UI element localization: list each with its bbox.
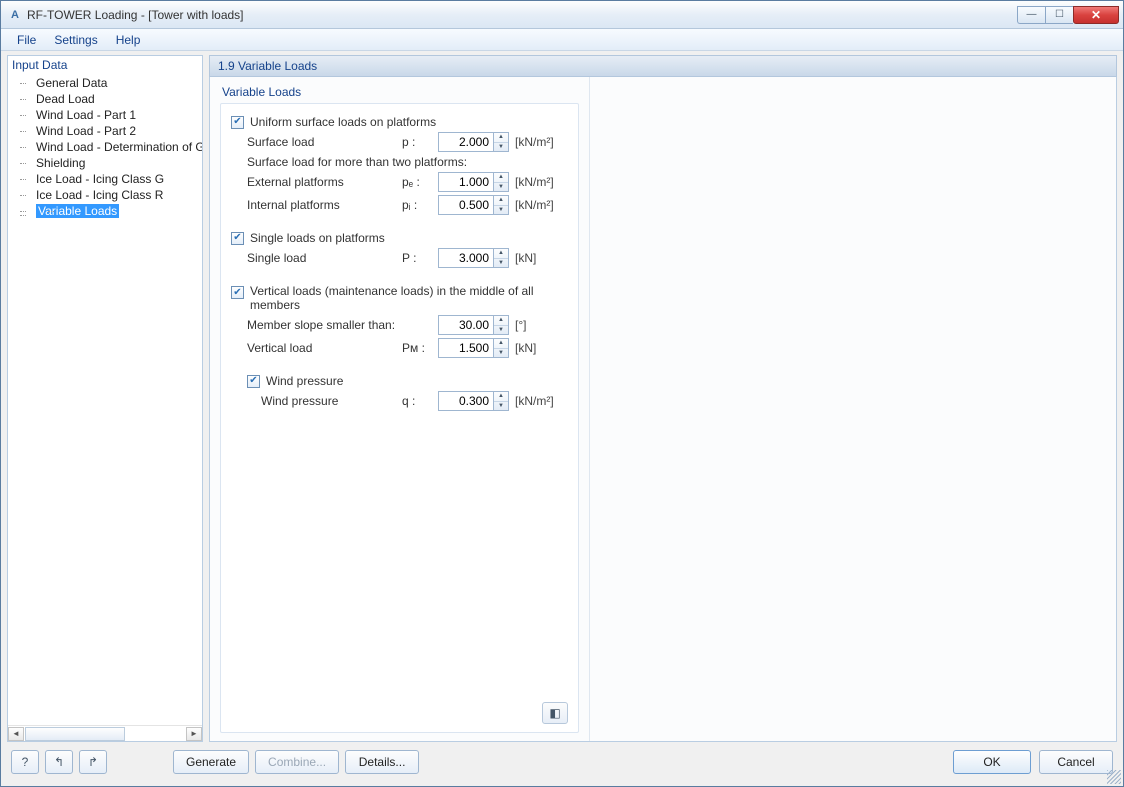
internal-platforms-input[interactable] — [438, 195, 494, 215]
vertical-load-input[interactable] — [438, 338, 494, 358]
footer-bar: ? ↰ ↱ Generate Combine... Details... OK … — [1, 742, 1123, 786]
content-panel: 1.9 Variable Loads Variable Loads ✔ Unif… — [209, 55, 1117, 742]
single-load-input[interactable] — [438, 248, 494, 268]
external-platforms-spinner[interactable]: ▲▼ — [494, 172, 509, 192]
tree-item-wind-2[interactable]: Wind Load - Part 2 — [8, 123, 202, 139]
internal-platforms-symbol: pᵢ : — [402, 198, 438, 212]
app-window: A RF-TOWER Loading - [Tower with loads] … — [0, 0, 1124, 787]
surface-load-symbol: p : — [402, 135, 438, 149]
slope-label: Member slope smaller than: — [247, 318, 438, 332]
next-button[interactable]: ↱ — [79, 750, 107, 774]
more-two-label: Surface load for more than two platforms… — [247, 155, 467, 169]
generate-button[interactable]: Generate — [173, 750, 249, 774]
scroll-right-icon[interactable]: ► — [186, 727, 202, 741]
combine-button[interactable]: Combine... — [255, 750, 339, 774]
wind-pressure-unit: [kN/m²] — [515, 394, 554, 408]
app-icon: A — [7, 7, 23, 23]
minimize-button[interactable]: — — [1017, 6, 1045, 24]
scroll-left-icon[interactable]: ◄ — [8, 727, 24, 741]
vertical-load-spinner[interactable]: ▲▼ — [494, 338, 509, 358]
menu-bar: File Settings Help — [1, 29, 1123, 51]
menu-file[interactable]: File — [9, 31, 44, 49]
internal-platforms-spinner[interactable]: ▲▼ — [494, 195, 509, 215]
title-bar[interactable]: A RF-TOWER Loading - [Tower with loads] … — [1, 1, 1123, 29]
vertical-loads-label: Vertical loads (maintenance loads) in th… — [250, 284, 550, 312]
single-loads-label: Single loads on platforms — [250, 231, 385, 245]
tree-item-ice-g[interactable]: Ice Load - Icing Class G — [8, 171, 202, 187]
surface-load-unit: [kN/m²] — [515, 135, 554, 149]
wind-pressure-spinner[interactable]: ▲▼ — [494, 391, 509, 411]
vertical-load-unit: [kN] — [515, 341, 536, 355]
surface-load-spinner[interactable]: ▲▼ — [494, 132, 509, 152]
scroll-thumb[interactable] — [25, 727, 125, 741]
single-load-symbol: P : — [402, 251, 438, 265]
internal-platforms-label: Internal platforms — [247, 198, 402, 212]
resize-grip-icon[interactable] — [1107, 770, 1121, 784]
slope-spinner[interactable]: ▲▼ — [494, 315, 509, 335]
tree-panel: Input Data General Data Dead Load Wind L… — [7, 55, 203, 742]
tree-item-ice-r[interactable]: Ice Load - Icing Class R — [8, 187, 202, 203]
wind-pressure-checkbox[interactable]: ✔ — [247, 375, 260, 388]
single-loads-checkbox[interactable]: ✔ — [231, 232, 244, 245]
tree-body: General Data Dead Load Wind Load - Part … — [8, 74, 202, 725]
tree-item-dead-load[interactable]: Dead Load — [8, 91, 202, 107]
variable-loads-panel: ✔ Uniform surface loads on platforms Sur… — [220, 103, 579, 733]
close-button[interactable]: ✕ — [1073, 6, 1119, 24]
panel-options-icon[interactable]: ◧ — [542, 702, 568, 724]
wind-pressure-symbol: q : — [402, 394, 438, 408]
details-button[interactable]: Details... — [345, 750, 419, 774]
help-button[interactable]: ? — [11, 750, 39, 774]
internal-platforms-unit: [kN/m²] — [515, 198, 554, 212]
maximize-button[interactable]: ☐ — [1045, 6, 1073, 24]
external-platforms-input[interactable] — [438, 172, 494, 192]
single-load-unit: [kN] — [515, 251, 536, 265]
vertical-load-label: Vertical load — [247, 341, 402, 355]
tree-item-wind-1[interactable]: Wind Load - Part 1 — [8, 107, 202, 123]
menu-help[interactable]: Help — [108, 31, 149, 49]
ok-button[interactable]: OK — [953, 750, 1031, 774]
tree-item-general-data[interactable]: General Data — [8, 75, 202, 91]
cancel-button[interactable]: Cancel — [1039, 750, 1113, 774]
surface-load-label: Surface load — [247, 135, 402, 149]
surface-load-input[interactable] — [438, 132, 494, 152]
tree-hscroll[interactable]: ◄ ► — [8, 725, 202, 741]
external-platforms-symbol: pₑ : — [402, 175, 438, 189]
preview-column — [590, 77, 1116, 741]
external-platforms-unit: [kN/m²] — [515, 175, 554, 189]
tree-item-shielding[interactable]: Shielding — [8, 155, 202, 171]
single-load-label: Single load — [247, 251, 402, 265]
content-header: 1.9 Variable Loads — [209, 55, 1117, 77]
single-load-spinner[interactable]: ▲▼ — [494, 248, 509, 268]
wind-pressure-label: Wind pressure — [261, 394, 402, 408]
uniform-loads-checkbox[interactable]: ✔ — [231, 116, 244, 129]
prev-button[interactable]: ↰ — [45, 750, 73, 774]
tree-item-wind-gust[interactable]: Wind Load - Determination of Gust — [8, 139, 202, 155]
slope-input[interactable] — [438, 315, 494, 335]
slope-unit: [°] — [515, 318, 526, 332]
wind-pressure-chk-label: Wind pressure — [266, 374, 343, 388]
form-column: Variable Loads ✔ Uniform surface loads o… — [210, 77, 590, 741]
menu-settings[interactable]: Settings — [46, 31, 105, 49]
external-platforms-label: External platforms — [247, 175, 402, 189]
vertical-load-symbol: Pᴍ : — [402, 341, 438, 355]
vertical-loads-checkbox[interactable]: ✔ — [231, 286, 244, 299]
uniform-loads-label: Uniform surface loads on platforms — [250, 115, 436, 129]
tree-item-variable-loads[interactable]: Variable Loads — [8, 203, 202, 219]
wind-pressure-input[interactable] — [438, 391, 494, 411]
tree-header: Input Data — [8, 56, 202, 74]
group-title: Variable Loads — [220, 85, 579, 103]
window-title: RF-TOWER Loading - [Tower with loads] — [27, 8, 244, 22]
